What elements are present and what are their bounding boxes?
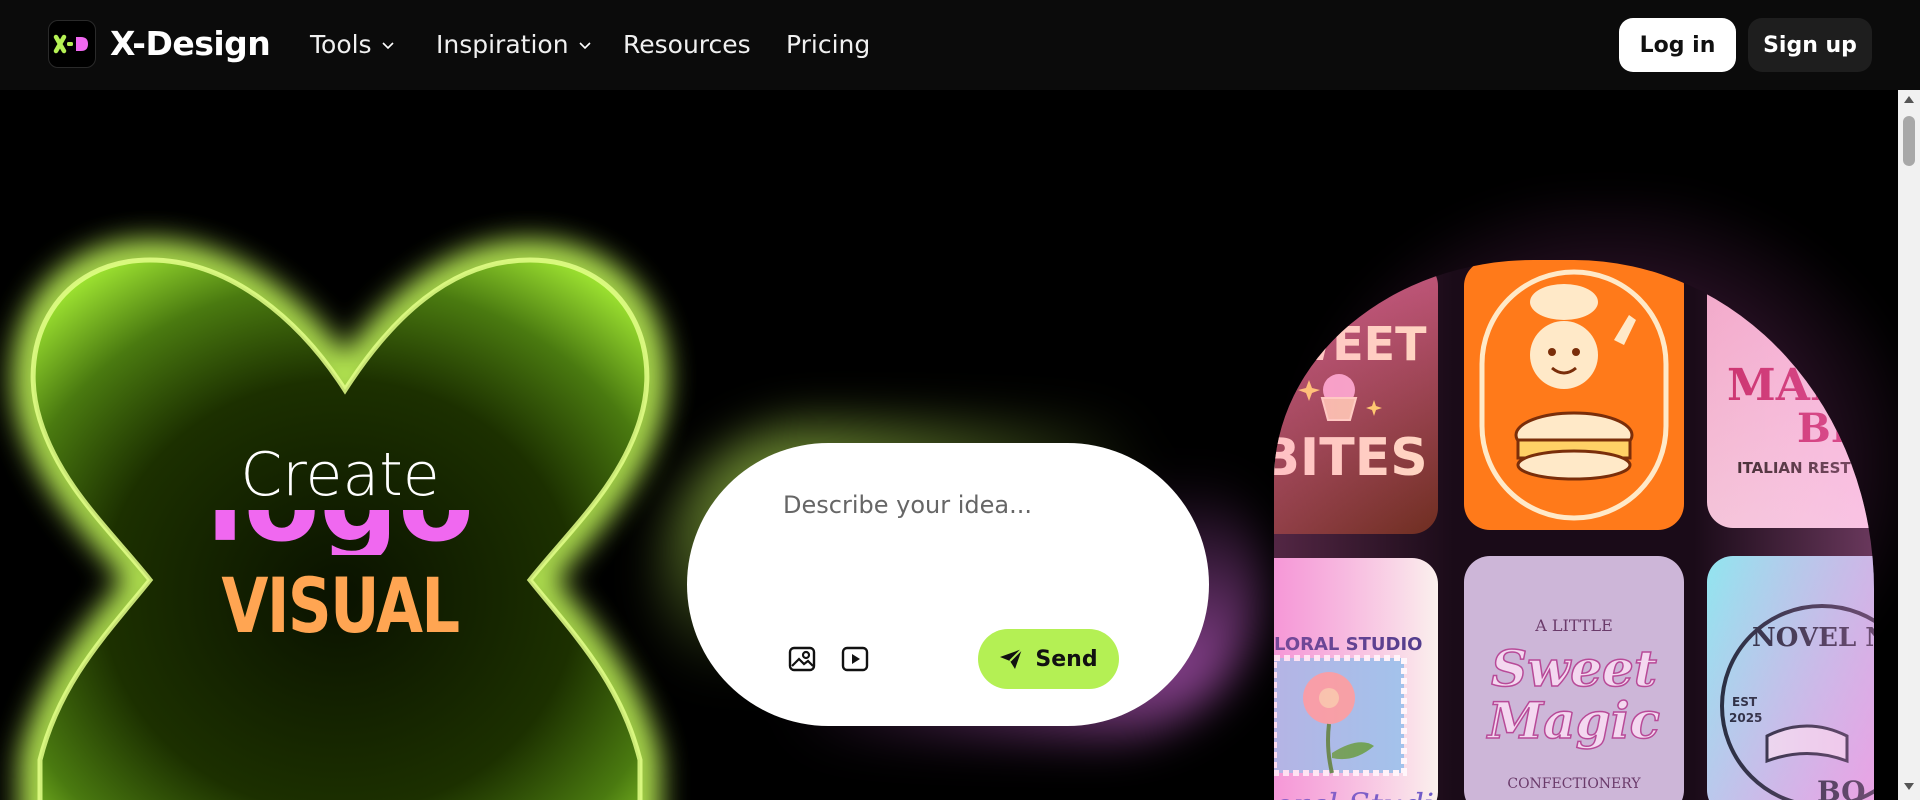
gallery-tile-novel-nest[interactable]: NOVEL NE EST 2025 BO: [1707, 556, 1874, 800]
video-icon[interactable]: [839, 643, 871, 675]
image-upload-icon[interactable]: [786, 643, 818, 675]
nav-inspiration[interactable]: Inspiration: [436, 30, 591, 59]
gallery-tile-mango-bros[interactable]: MANG BR ITALIAN REST: [1707, 260, 1874, 528]
chevron-down-icon: [578, 41, 591, 49]
gallery-tile-floral-studio[interactable]: LORAL STUDIO oral Studio: [1274, 558, 1438, 800]
signup-button[interactable]: Sign up: [1748, 18, 1872, 72]
login-button[interactable]: Log in: [1619, 18, 1736, 72]
page-scrollbar[interactable]: [1898, 90, 1920, 800]
hero-create-text: Create: [240, 440, 440, 510]
gallery-tile-sweet-bites[interactable]: WEET BITES: [1274, 260, 1438, 534]
prompt-card: Send: [687, 443, 1209, 726]
nav-pricing[interactable]: Pricing: [786, 30, 870, 59]
tile-text: Sweet: [1491, 639, 1657, 698]
idea-input[interactable]: [783, 491, 1143, 519]
hero-highlight-word: logo: [175, 510, 505, 555]
tile-text: Magic: [1486, 691, 1660, 750]
tile-text: 2025: [1729, 711, 1762, 725]
top-navbar: X-Design Tools Inspiration Resources Pri…: [0, 0, 1920, 90]
nav-resources[interactable]: Resources: [623, 30, 751, 59]
nav-pricing-label: Pricing: [786, 30, 871, 59]
tile-text: CONFECTIONERY: [1507, 776, 1641, 792]
brand-logo-icon[interactable]: [48, 20, 96, 68]
tile-text: EST: [1732, 695, 1758, 709]
nav-inspiration-label: Inspiration: [436, 30, 569, 59]
tile-text: MANG: [1727, 360, 1874, 411]
tile-text: ITALIAN REST: [1737, 459, 1851, 477]
hero-headline: Create logo VISUAL: [160, 440, 520, 651]
nav-resources-label: Resources: [623, 30, 751, 59]
scroll-up-arrow-icon[interactable]: [1904, 96, 1914, 103]
send-button[interactable]: Send: [978, 629, 1119, 689]
tile-text: A LITTLE: [1534, 616, 1613, 635]
tile-text: BR: [1797, 405, 1865, 452]
tile-text: BITES: [1274, 428, 1428, 488]
tile-text: BO: [1817, 775, 1866, 800]
tile-text: oral Studio: [1274, 786, 1438, 800]
logo-gallery: WEET BITES MANG BR ITALIAN REST LORAL ST…: [1274, 260, 1874, 800]
tile-text: NOVEL NE: [1752, 623, 1874, 653]
nav-tools-label: Tools: [310, 30, 372, 59]
tile-text: WEET: [1282, 317, 1428, 371]
gallery-tile-chef-burger[interactable]: [1464, 260, 1684, 530]
tile-text: LORAL STUDIO: [1274, 634, 1422, 655]
hero-visual-text: VISUAL: [221, 561, 460, 650]
hero-highlight-graphic: logo: [206, 510, 474, 555]
nav-tools[interactable]: Tools: [310, 30, 394, 59]
scroll-down-arrow-icon[interactable]: [1904, 783, 1914, 790]
brand-name[interactable]: X-Design: [110, 24, 271, 63]
gallery-tile-sweet-magic[interactable]: A LITTLE Sweet Magic CONFECTIONERY: [1464, 556, 1684, 800]
scroll-thumb[interactable]: [1903, 116, 1915, 166]
chevron-down-icon: [382, 41, 394, 49]
hero-highlight-text: logo: [206, 510, 474, 555]
send-label: Send: [1035, 646, 1098, 672]
send-icon: [1000, 648, 1024, 669]
